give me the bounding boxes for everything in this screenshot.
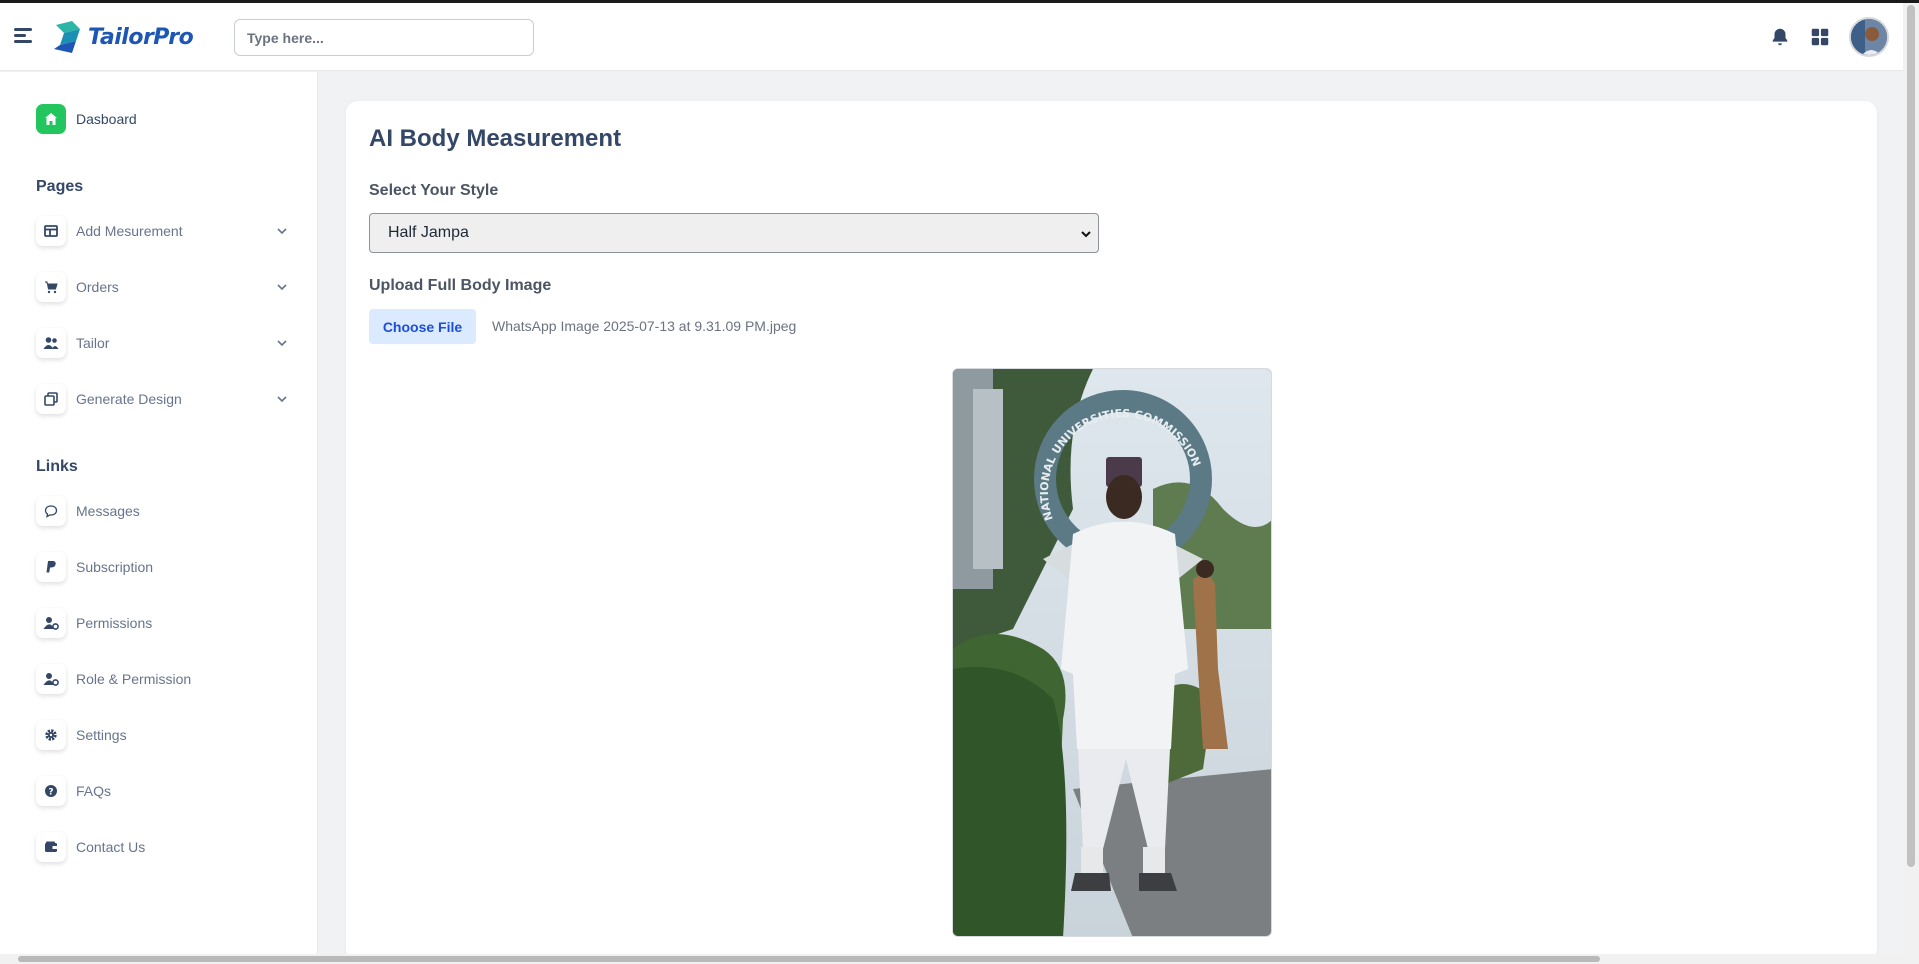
sidebar-item-role-permission[interactable]: Role & Permission [36,664,288,694]
wallet-icon [36,832,66,862]
bell-icon[interactable] [1769,26,1791,48]
user-gear-icon [36,608,66,638]
sidebar-item-label: Permissions [76,615,153,631]
choose-file-button[interactable]: Choose File [369,309,476,344]
top-navbar: TailorPro [0,3,1903,71]
sidebar-item-label: Add Mesurement [76,223,183,239]
sidebar-item-label: Generate Design [76,391,182,407]
user-photo-icon [1851,19,1887,55]
search-input[interactable] [234,19,534,56]
cart-icon [36,272,66,302]
upload-label: Upload Full Body Image [369,277,552,294]
users-icon [36,328,66,358]
page-title: AI Body Measurement [369,125,622,152]
paypal-icon [36,552,66,582]
avatar[interactable] [1849,17,1889,57]
style-select[interactable]: Half Jampa [369,213,1099,253]
chevron-down-icon[interactable] [276,337,288,349]
sidebar-item-permissions[interactable]: Permissions [36,608,288,638]
selected-file-name: WhatsApp Image 2025-07-13 at 9.31.09 PM.… [492,318,797,334]
sidebar-item-settings[interactable]: Settings [36,720,288,750]
sidebar-item-label: Role & Permission [76,671,192,687]
home-icon [36,104,66,134]
apps-grid-icon[interactable] [1809,26,1831,48]
sidebar-item-tailor[interactable]: Tailor [36,328,288,358]
sidebar-item-add-mesurement[interactable]: Add Mesurement [36,216,288,246]
style-label: Select Your Style [369,182,499,199]
menu-icon[interactable] [14,28,34,44]
chevron-down-icon[interactable] [276,281,288,293]
chevron-down-icon [1081,231,1091,238]
brand-name: TailorPro [88,24,194,50]
pages-section-title: Pages [36,178,84,195]
sidebar-item-label: Subscription [76,559,154,575]
sidebar-item-label: Tailor [76,335,110,351]
horizontal-scrollbar[interactable] [0,954,1919,964]
sidebar-item-dashboard[interactable]: Dasboard [36,104,288,134]
question-icon: ? [36,776,66,806]
sidebar-item-label: Settings [76,727,127,743]
sidebar-item-subscription[interactable]: Subscription [36,552,288,582]
sidebar-item-label: FAQs [76,783,112,799]
sidebar-item-messages[interactable]: Messages [36,496,288,526]
sidebar-item-label: Dasboard [76,111,137,127]
logo-mark-icon [54,21,80,53]
chevron-down-icon[interactable] [276,393,288,405]
chat-icon [36,496,66,526]
sidebar-item-label: Messages [76,503,140,519]
sidebar-item-generate-design[interactable]: Generate Design [36,384,288,414]
gear-icon [36,720,66,750]
sidebar-item-faqs[interactable]: ? FAQs [36,776,288,806]
user-gear-icon [36,664,66,694]
sidebar-item-label: Orders [76,279,119,295]
svg-text:?: ? [48,788,53,798]
person-photo: NATIONAL UNIVERSITIES COMMISSION [953,369,1271,936]
copy-icon [36,384,66,414]
sidebar-item-label: Contact Us [76,839,146,855]
vertical-scrollbar[interactable] [1903,3,1919,957]
links-section-title: Links [36,458,78,475]
style-select-value: Half Jampa [388,224,469,241]
sidebar: Dasboard Pages Add Mesurement Orders Tai… [0,72,318,957]
chevron-down-icon[interactable] [276,225,288,237]
sidebar-item-orders[interactable]: Orders [36,272,288,302]
uploaded-body-image: NATIONAL UNIVERSITIES COMMISSION [952,368,1272,937]
brand-logo[interactable]: TailorPro [50,19,194,55]
measurement-card: AI Body Measurement Select Your Style Ha… [346,101,1877,961]
sidebar-item-contact-us[interactable]: Contact Us [36,832,288,862]
table-icon [36,216,66,246]
